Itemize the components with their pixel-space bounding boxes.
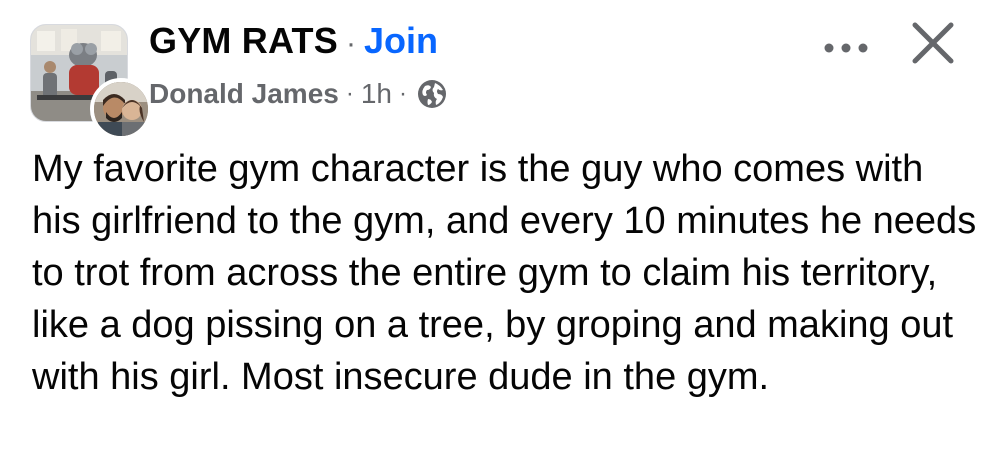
meta-separator: · — [345, 80, 354, 107]
more-options-button[interactable] — [822, 30, 870, 66]
close-icon — [912, 22, 954, 64]
join-button[interactable]: Join — [364, 20, 438, 62]
author-avatar-image — [94, 82, 148, 136]
author-name[interactable]: Donald James — [149, 78, 339, 110]
post-timestamp[interactable]: 1h — [361, 78, 392, 110]
meta-separator-2: · — [399, 80, 408, 107]
globe-icon[interactable] — [416, 78, 448, 110]
more-options-icon — [824, 43, 868, 53]
post-card: GYM RATS · Join Donald James · 1h · My f… — [0, 0, 1000, 464]
post-body-text: My favorite gym character is the guy who… — [32, 148, 977, 398]
group-name[interactable]: GYM RATS — [149, 20, 338, 62]
post-header: GYM RATS · Join Donald James · 1h · — [30, 16, 980, 140]
title-row: GYM RATS · Join — [149, 20, 438, 62]
title-separator: · — [345, 27, 356, 60]
post-meta: Donald James · 1h · — [149, 78, 448, 110]
close-button[interactable] — [908, 18, 958, 68]
author-avatar[interactable] — [90, 78, 152, 140]
